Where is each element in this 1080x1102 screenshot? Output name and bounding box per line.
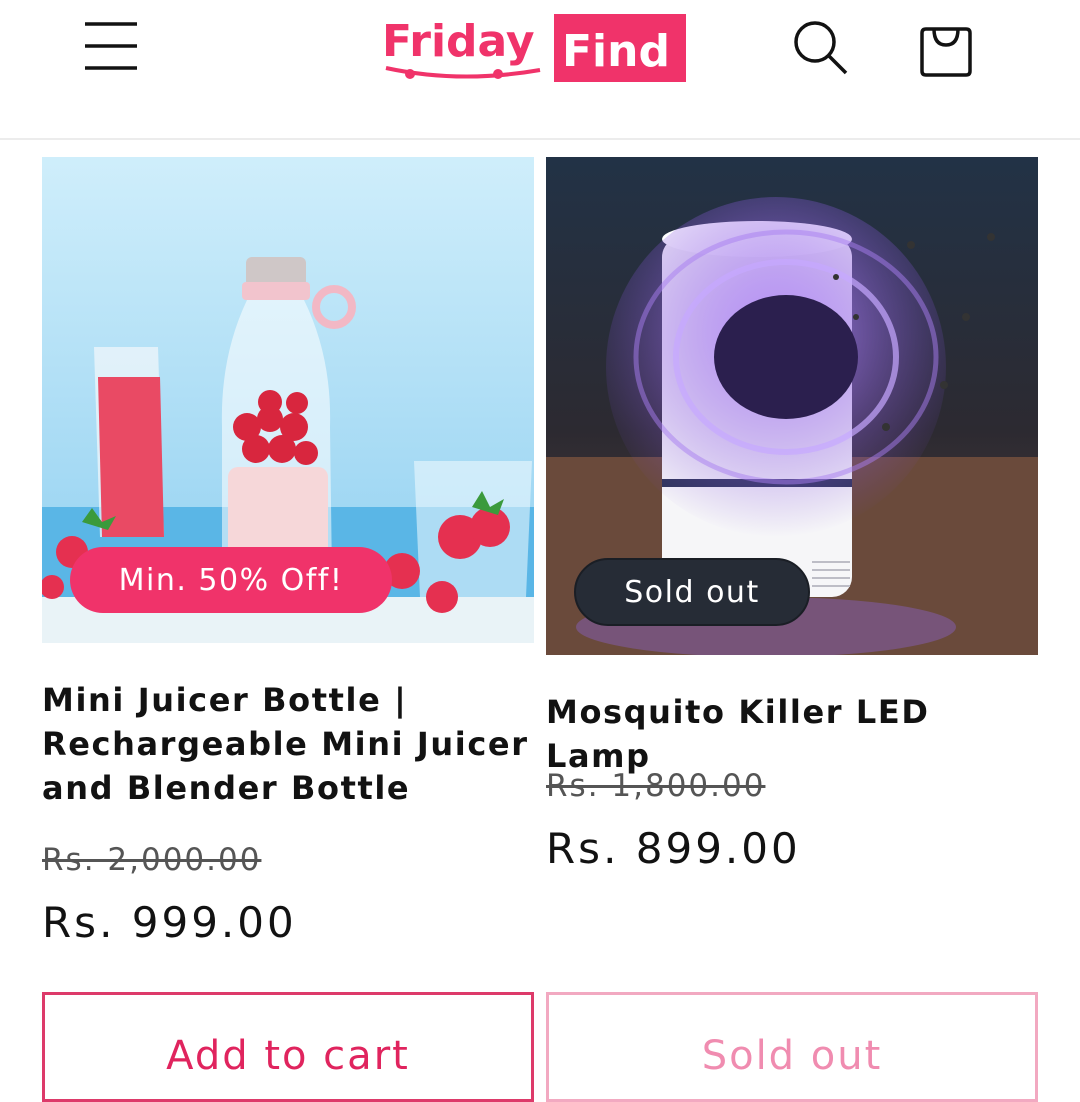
brand-logo[interactable]: Friday Find bbox=[380, 12, 690, 84]
discount-badge: Min. 50% Off! bbox=[70, 547, 392, 613]
add-to-cart-button[interactable]: Add to cart bbox=[42, 992, 534, 1102]
product-title[interactable]: Mosquito Killer LED Lamp bbox=[546, 690, 1046, 778]
search-icon[interactable] bbox=[780, 10, 862, 86]
sale-price: Rs. 899.00 bbox=[546, 824, 801, 873]
svg-text:Friday: Friday bbox=[382, 16, 535, 67]
site-header: Friday Find bbox=[0, 0, 1080, 140]
svg-text:Find: Find bbox=[562, 26, 670, 77]
sold-out-button[interactable]: Sold out bbox=[546, 992, 1038, 1102]
hamburger-menu-icon[interactable] bbox=[70, 10, 152, 82]
sold-out-badge: Sold out bbox=[574, 558, 810, 626]
compare-at-price: Rs. 1,800.00 bbox=[546, 768, 766, 804]
shopping-bag-icon[interactable] bbox=[905, 10, 987, 86]
sale-price: Rs. 999.00 bbox=[42, 898, 297, 947]
product-title[interactable]: Mini Juicer Bottle | Rechargeable Mini J… bbox=[42, 678, 532, 810]
compare-at-price: Rs. 2,000.00 bbox=[42, 842, 262, 878]
